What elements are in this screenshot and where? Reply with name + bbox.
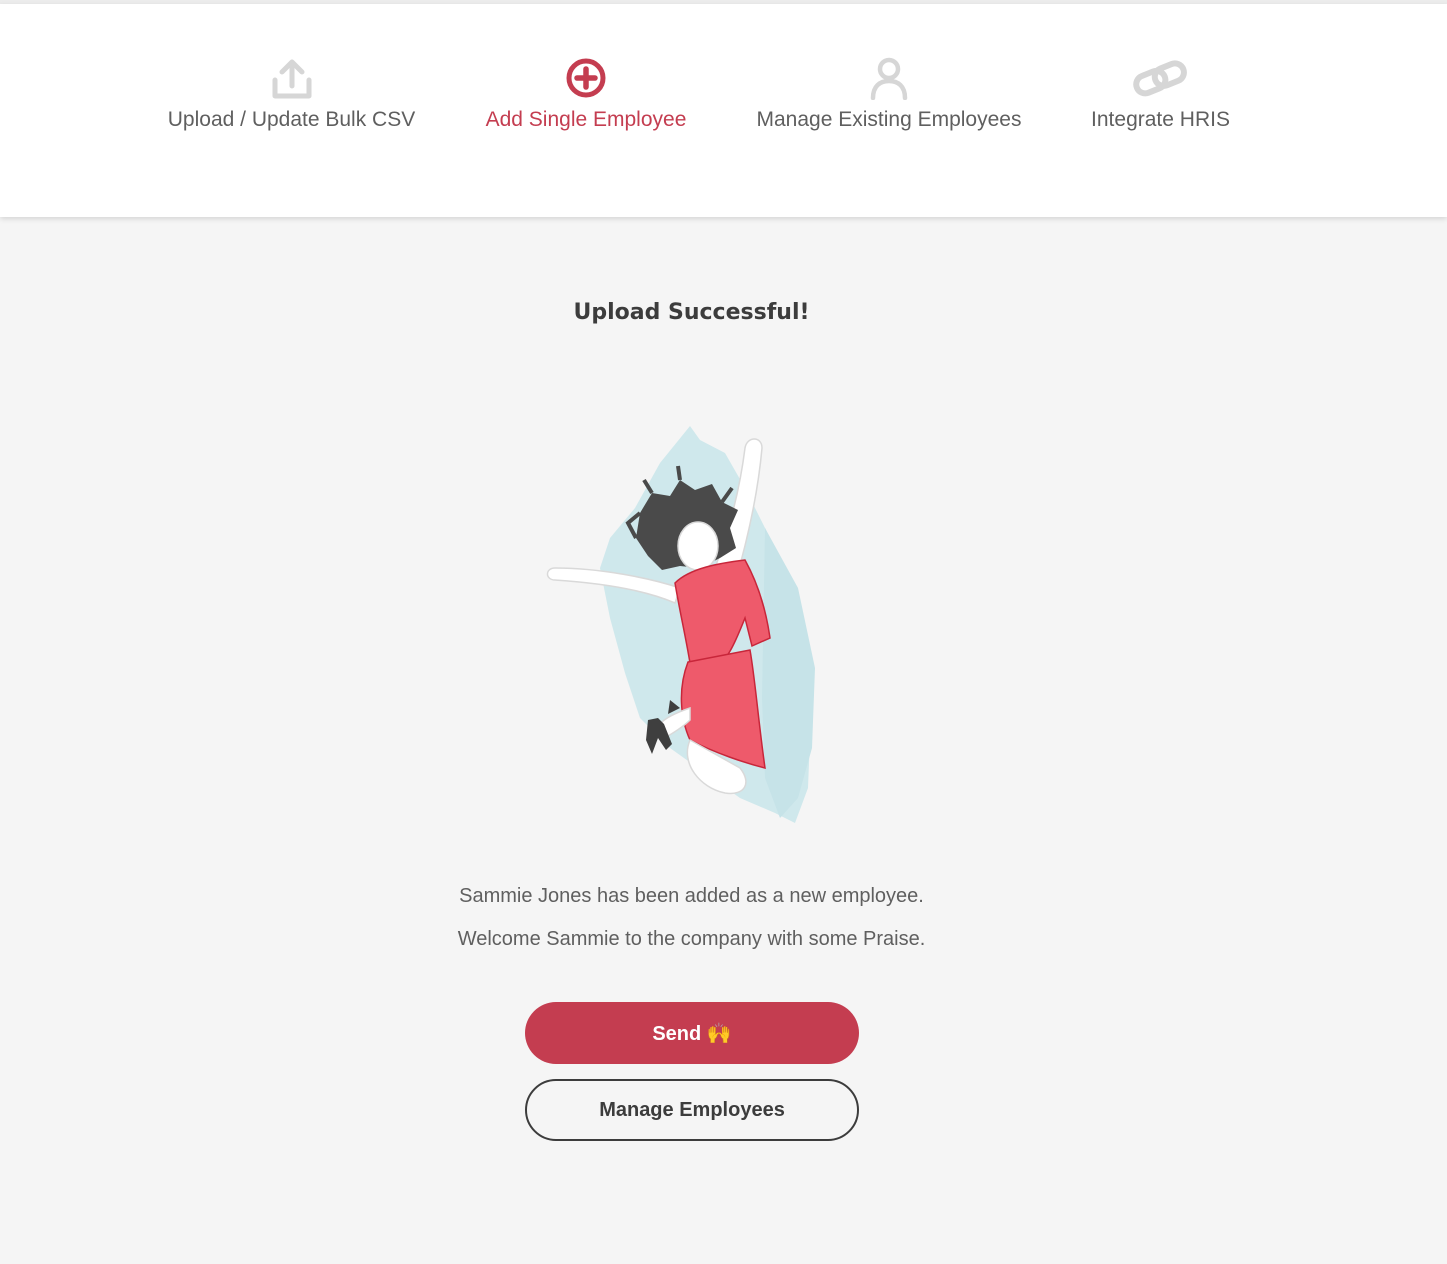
tab-header: Upload / Update Bulk CSV Add Single Empl… [0,4,1447,217]
tab-integrate-hris[interactable]: Integrate HRIS [1090,56,1231,132]
celebrating-woman-illustration [546,426,815,823]
tab-add-single-employee[interactable]: Add Single Employee [484,56,688,132]
tab-label: Manage Existing Employees [756,108,1022,131]
send-praise-button[interactable]: Send 🙌 [525,1002,859,1064]
manage-employees-button[interactable]: Manage Employees [525,1079,859,1141]
upload-icon [270,56,314,100]
confirmation-message: Sammie Jones has been added as a new emp… [459,885,924,907]
user-icon [867,56,911,100]
tab-upload-bulk-csv[interactable]: Upload / Update Bulk CSV [166,56,417,132]
tab-label: Add Single Employee [485,108,687,131]
plus-circle-icon [564,56,608,100]
tab-manage-existing-employees[interactable]: Manage Existing Employees [754,56,1024,132]
tab-label: Upload / Update Bulk CSV [167,108,416,131]
page-title: Upload Successful! [573,300,810,325]
welcome-message: Welcome Sammie to the company with some … [457,928,926,950]
tab-label: Integrate HRIS [1091,108,1230,131]
link-icon [1131,56,1191,100]
